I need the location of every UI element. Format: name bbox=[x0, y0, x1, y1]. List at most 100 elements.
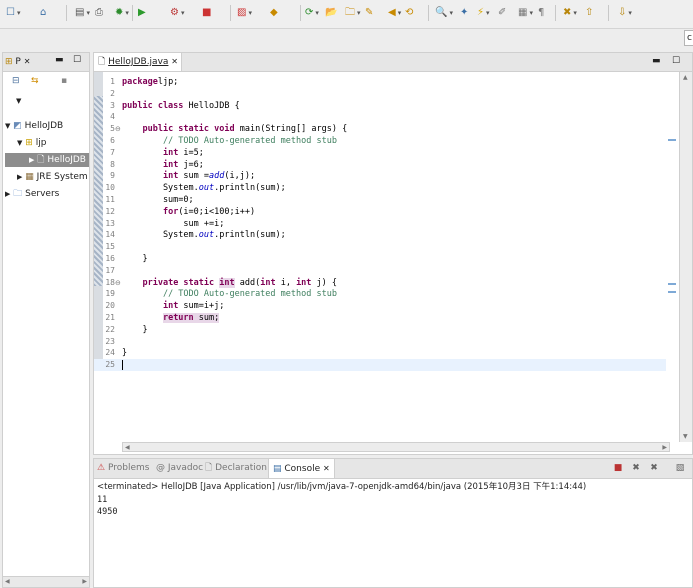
expand-arrow-icon[interactable]: ▼ bbox=[17, 139, 22, 147]
editor-vscrollbar[interactable]: ▲ ▼ bbox=[679, 72, 692, 442]
code-line[interactable]: 24} bbox=[94, 347, 668, 359]
package-explorer-hscrollbar[interactable]: ◀ ▶ bbox=[3, 576, 89, 587]
code-line[interactable]: 19 // TODO Auto-generated method stub bbox=[94, 288, 668, 300]
close-icon[interactable]: ✕ bbox=[24, 57, 31, 66]
tab-problems[interactable]: ⚠ Problems bbox=[97, 459, 149, 478]
print-button[interactable]: ⎙ bbox=[95, 6, 103, 20]
editor-hscrollbar[interactable]: ◀ ▶ bbox=[122, 442, 670, 452]
code-line[interactable]: 17 bbox=[94, 265, 668, 277]
code-line[interactable]: 11 sum=0; bbox=[94, 194, 668, 206]
dropdown-arrow-icon[interactable]: ▾ bbox=[486, 6, 490, 20]
dropdown-arrow-icon[interactable]: ▾ bbox=[398, 6, 402, 20]
code-line[interactable]: 7 int i=5; bbox=[94, 147, 668, 159]
code-area[interactable]: 1 packageljp; 2 3 public class HelloJDB {4 5 ⊖… bbox=[94, 72, 668, 442]
code-line[interactable]: 20 int sum=i+j; bbox=[94, 300, 668, 312]
next-annotation-button[interactable]: ¶ bbox=[538, 6, 544, 20]
code-line[interactable]: 22 } bbox=[94, 324, 668, 336]
open-type-button[interactable]: ▨ ▾ bbox=[237, 6, 252, 20]
remove-all-icon[interactable]: ✖ bbox=[648, 462, 660, 474]
fold-toggle-icon[interactable]: ⊖ bbox=[115, 123, 121, 135]
dropdown-arrow-icon[interactable]: ▾ bbox=[628, 6, 632, 20]
expand-arrow-icon[interactable]: ▼ bbox=[5, 122, 10, 130]
next-button[interactable]: ◀ ▾ bbox=[388, 6, 401, 20]
scroll-left-icon[interactable]: ◀ bbox=[125, 444, 130, 451]
code-line[interactable]: 23 bbox=[94, 336, 668, 348]
save-button[interactable]: ⌂ bbox=[40, 6, 46, 20]
dropdown-arrow-icon[interactable]: ▾ bbox=[529, 6, 533, 20]
scroll-down-icon[interactable]: ▼ bbox=[683, 433, 688, 440]
code-line[interactable]: 2 bbox=[94, 88, 668, 100]
code-line[interactable]: 4 bbox=[94, 111, 668, 123]
forward-button[interactable]: ⇩ ▾ bbox=[618, 6, 632, 20]
code-line[interactable]: 9 int sum =add(i,j); bbox=[94, 170, 668, 182]
new-button[interactable]: ☐ ▾ bbox=[6, 6, 20, 20]
code-line[interactable]: 14 System.out.println(sum); bbox=[94, 229, 668, 241]
edit-button[interactable]: ✎ bbox=[365, 6, 373, 20]
open-folder-button[interactable]: 📂 bbox=[325, 6, 337, 20]
tab-package-explorer[interactable]: ⊞ P ✕ bbox=[5, 55, 30, 69]
dropdown-arrow-icon[interactable]: ▾ bbox=[315, 6, 319, 20]
show-block-button[interactable]: ▦ ▾ bbox=[518, 6, 533, 20]
show-whitespace-button[interactable]: ✐ bbox=[498, 6, 506, 20]
save-all-button[interactable]: ▤ ▾ bbox=[75, 6, 90, 20]
scroll-right-icon[interactable]: ▶ bbox=[662, 444, 667, 451]
open-task-button[interactable]: 🗀 ▾ bbox=[345, 6, 361, 20]
scroll-right-icon[interactable]: ▶ bbox=[82, 578, 87, 585]
tree-item-project[interactable]: ▼ ◩ HelloJDB bbox=[5, 119, 63, 133]
code-line[interactable]: 1 packageljp; bbox=[94, 76, 668, 88]
remove-launch-icon[interactable]: ✖ bbox=[630, 462, 642, 474]
clear-console-icon[interactable]: ▧ bbox=[674, 462, 686, 474]
minimize-icon[interactable]: ▬ bbox=[55, 55, 64, 65]
back-button[interactable]: ⇧ bbox=[585, 6, 593, 20]
tab-hellojdb-java[interactable]: 🗋 HelloJDB.java ✕ bbox=[94, 53, 182, 71]
code-line[interactable]: 21 return sum; bbox=[94, 312, 668, 324]
code-line[interactable]: 25 bbox=[94, 359, 668, 372]
quick-access-field[interactable]: c bbox=[684, 30, 693, 46]
tab-console[interactable]: ▤ Console ✕ bbox=[268, 459, 335, 478]
maximize-icon[interactable]: ☐ bbox=[672, 56, 680, 66]
tree-item-servers[interactable]: ▶ 🗀 Servers bbox=[5, 187, 59, 201]
view-menu-chevron-icon[interactable]: ▼ bbox=[16, 97, 21, 105]
tree-item-package[interactable]: ▼ ⊞ ljp bbox=[17, 136, 46, 150]
run-ext-button[interactable]: ⚙ ▾ bbox=[170, 6, 184, 20]
dropdown-arrow-icon[interactable]: ▾ bbox=[573, 6, 577, 20]
toggle-mark-button[interactable]: ✦ bbox=[460, 6, 468, 20]
run-button[interactable]: ▶ bbox=[138, 6, 146, 20]
code-line[interactable]: 3 public class HelloJDB { bbox=[94, 100, 668, 112]
view-menu-icon[interactable]: ▪ bbox=[61, 76, 67, 86]
scroll-up-icon[interactable]: ▲ bbox=[683, 74, 688, 81]
code-line[interactable]: 5 ⊖ public static void main(String[] args… bbox=[94, 123, 668, 135]
dropdown-arrow-icon[interactable]: ▾ bbox=[17, 6, 21, 20]
highlight-button[interactable]: ⚡ ▾ bbox=[477, 6, 490, 20]
code-line[interactable]: 13 sum +=i; bbox=[94, 218, 668, 230]
new-class-button[interactable]: ◆ bbox=[270, 6, 278, 20]
minimize-icon[interactable]: ▬ bbox=[652, 56, 661, 66]
refresh-button[interactable]: ⟳ ▾ bbox=[305, 6, 319, 20]
fold-toggle-icon[interactable]: ⊖ bbox=[115, 277, 121, 289]
code-line[interactable]: 16 } bbox=[94, 253, 668, 265]
code-line[interactable]: 8 int j=6; bbox=[94, 159, 668, 171]
prev-button[interactable]: ⟲ bbox=[405, 6, 413, 20]
tab-declaration[interactable]: 🗋 Declaration bbox=[205, 459, 267, 478]
tree-item-jre[interactable]: ▶ ▦ JRE System bbox=[17, 170, 88, 184]
stop-button[interactable]: ■ bbox=[202, 6, 211, 20]
link-with-editor-icon[interactable]: ⇆ bbox=[31, 76, 39, 86]
expand-arrow-icon[interactable]: ▶ bbox=[29, 156, 34, 164]
tree-item-java-file[interactable]: ▶ 🗋 HelloJDB bbox=[5, 153, 89, 167]
dropdown-arrow-icon[interactable]: ▾ bbox=[181, 6, 185, 20]
code-line[interactable]: 12 for(i=0;i<100;i++) bbox=[94, 206, 668, 218]
expand-arrow-icon[interactable]: ▶ bbox=[17, 173, 22, 181]
close-icon[interactable]: ✕ bbox=[171, 57, 178, 66]
dropdown-arrow-icon[interactable]: ▾ bbox=[449, 6, 453, 20]
search-button[interactable]: 🔍 ▾ bbox=[435, 6, 453, 20]
debug-button[interactable]: ✹ ▾ bbox=[115, 6, 129, 20]
prev-annotation-button[interactable]: ✖ ▾ bbox=[563, 6, 577, 20]
dropdown-arrow-icon[interactable]: ▾ bbox=[248, 6, 252, 20]
code-line[interactable]: 10 System.out.println(sum); bbox=[94, 182, 668, 194]
dropdown-arrow-icon[interactable]: ▾ bbox=[125, 6, 129, 20]
code-line[interactable]: 18 ⊖ private static int add(int i, int j)… bbox=[94, 277, 668, 289]
close-icon[interactable]: ✕ bbox=[323, 464, 330, 473]
code-line[interactable]: 6 // TODO Auto-generated method stub bbox=[94, 135, 668, 147]
tab-javadoc[interactable]: @ Javadoc bbox=[156, 459, 203, 478]
dropdown-arrow-icon[interactable]: ▾ bbox=[86, 6, 90, 20]
